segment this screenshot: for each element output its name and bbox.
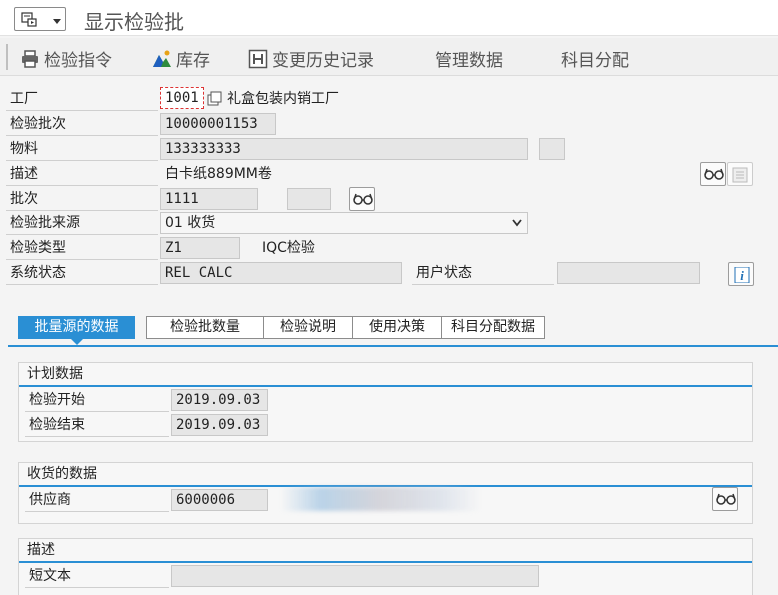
account-assignment-button[interactable]: 科目分配: [561, 46, 629, 71]
menu-button[interactable]: [14, 7, 66, 31]
glasses-icon: [353, 193, 373, 205]
batch-extra-field[interactable]: [287, 188, 331, 210]
panel-rule: [19, 561, 752, 563]
inspection-lot-label: 检验批次: [6, 113, 158, 136]
description-panel-title: 描述: [27, 542, 55, 558]
history-h-icon: [248, 49, 268, 69]
status-info-button[interactable]: i: [728, 262, 754, 286]
chevron-down-icon: [53, 19, 61, 24]
short-text-field[interactable]: [171, 565, 539, 587]
menu-icon: [21, 12, 37, 27]
vendor-glasses-button[interactable]: [712, 487, 738, 511]
inspection-type-label: 检验类型: [6, 237, 158, 260]
inspection-instruction-label: 检验指令: [44, 51, 112, 71]
inspection-start-field[interactable]: 2019.09.03: [171, 389, 268, 411]
description-panel: 描述 短文本: [18, 538, 753, 595]
inventory-label: 库存: [176, 51, 210, 71]
lot-origin-select[interactable]: 01 收货: [160, 212, 528, 234]
vendor-field[interactable]: 6000006: [171, 489, 268, 511]
batch-glasses-button[interactable]: [349, 187, 375, 211]
chevron-down-icon: [512, 219, 522, 227]
material-label: 物料: [6, 138, 158, 161]
tab-underline: [8, 345, 778, 347]
system-status-field[interactable]: REL CALC: [160, 262, 402, 284]
material-extra-field[interactable]: [539, 138, 565, 160]
application-toolbar: 检验指令 库存 变更历史记录 管理数据 科目分配: [0, 38, 778, 76]
tab-inspection-spec[interactable]: 检验说明: [263, 316, 353, 339]
plant-label: 工厂: [6, 88, 158, 111]
manage-data-button[interactable]: 管理数据: [435, 46, 503, 71]
inspection-type-field[interactable]: Z1: [160, 237, 240, 259]
inspection-lot-field[interactable]: 10000001153: [160, 113, 276, 135]
planned-data-panel: 计划数据 检验开始 2019.09.03 检验结束 2019.09.03: [18, 362, 753, 442]
printer-icon: [22, 50, 38, 68]
user-status-label: 用户状态: [412, 262, 554, 285]
inspection-end-label: 检验结束: [25, 414, 169, 437]
system-status-label: 系统状态: [6, 262, 158, 285]
tab-usage-decision[interactable]: 使用决策: [352, 316, 442, 339]
goods-receipt-title: 收货的数据: [27, 466, 97, 482]
glasses-icon: [704, 168, 724, 180]
glasses-icon: [716, 493, 736, 505]
description-label: 描述: [6, 163, 158, 186]
tab-lot-quantity[interactable]: 检验批数量: [146, 316, 264, 339]
material-field[interactable]: 133333333: [160, 138, 528, 160]
plant-description: 礼盒包装内销工厂: [227, 91, 339, 107]
inspection-start-label: 检验开始: [25, 389, 169, 412]
info-icon: i: [734, 267, 750, 283]
svg-text:i: i: [740, 268, 744, 283]
short-text-label: 短文本: [25, 565, 169, 588]
change-history-label: 变更历史记录: [272, 51, 374, 71]
manage-data-label: 管理数据: [435, 51, 503, 71]
vendor-label: 供应商: [25, 489, 169, 512]
toolbar-separator: [6, 44, 8, 70]
page-title: 显示检验批: [84, 10, 184, 34]
tab-lot-origin-data[interactable]: 批量源的数据: [18, 316, 135, 345]
plant-value-help-icon[interactable]: [207, 91, 223, 107]
document-button[interactable]: [727, 162, 753, 186]
tab-account-assignment-data[interactable]: 科目分配数据: [441, 316, 545, 339]
batch-label: 批次: [6, 188, 158, 211]
lot-origin-label: 检验批来源: [6, 212, 158, 235]
panel-rule: [19, 385, 752, 387]
user-status-field[interactable]: [557, 262, 700, 284]
inspection-end-field[interactable]: 2019.09.03: [171, 414, 268, 436]
plant-field[interactable]: 1001: [160, 87, 204, 109]
change-history-button[interactable]: 变更历史记录: [248, 46, 374, 71]
vendor-name-redacted: [281, 487, 481, 511]
batch-field[interactable]: 1111: [160, 188, 258, 210]
account-assignment-label: 科目分配: [561, 51, 629, 71]
lot-origin-value: 01 收货: [165, 215, 216, 231]
inventory-button[interactable]: 库存: [152, 46, 210, 71]
title-bar: 显示检验批: [0, 0, 778, 36]
goods-receipt-panel: 收货的数据 供应商 6000006: [18, 462, 753, 524]
document-icon: [732, 167, 748, 183]
display-glasses-button[interactable]: [700, 162, 726, 186]
inspection-instruction-button[interactable]: 检验指令: [20, 46, 112, 71]
inspection-type-description: IQC检验: [262, 240, 315, 256]
material-description: 白卡纸889MM卷: [165, 166, 272, 182]
mountain-chart-icon: [153, 50, 171, 67]
planned-data-title: 计划数据: [27, 366, 83, 382]
